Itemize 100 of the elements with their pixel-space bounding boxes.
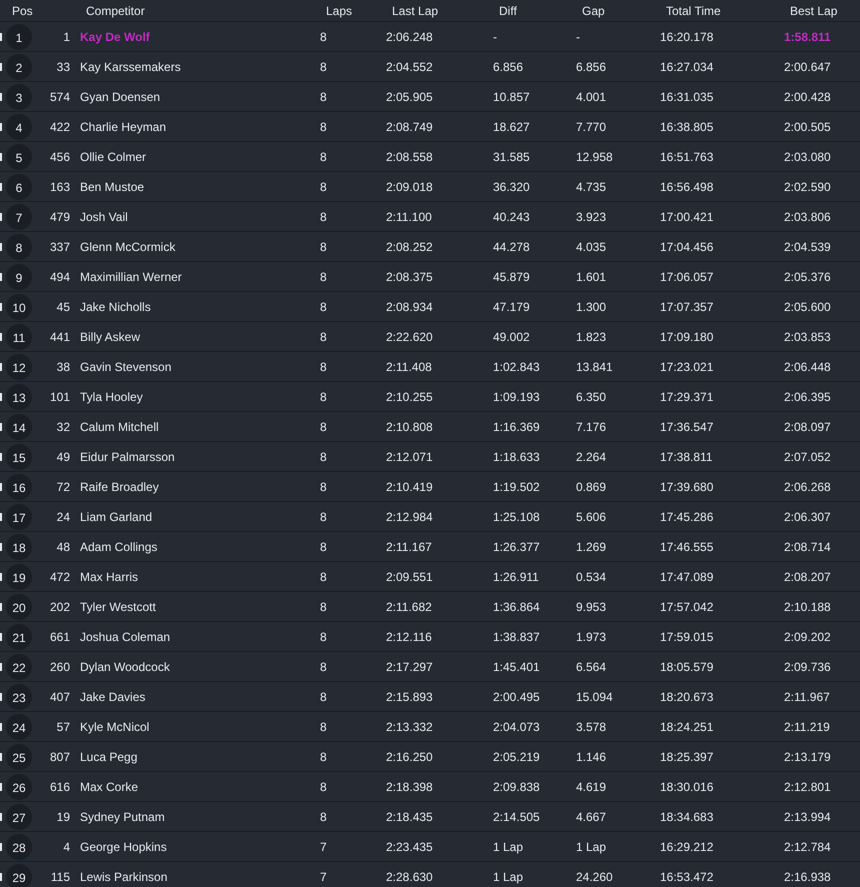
position-badge: 8	[6, 234, 32, 260]
competitor-name: Dylan Woodcock	[80, 660, 171, 674]
position-badge: 19	[6, 564, 32, 590]
best-lap-cell-text: 1:58.811	[784, 30, 832, 44]
position-badge: 1	[6, 24, 32, 50]
gap-cell-text: 7.176	[576, 420, 608, 434]
diff-cell-text: 6.856	[493, 60, 524, 74]
column-header: Pos	[12, 4, 34, 18]
race-number: 115	[50, 870, 71, 884]
position-badge: 13	[6, 384, 32, 410]
laps-cell-text: 8	[320, 420, 328, 434]
laps-cell-text: 8	[320, 120, 328, 134]
race-number: 49	[56, 450, 71, 464]
gap-cell-text: 6.564	[576, 660, 608, 674]
row-marker	[0, 92, 2, 100]
total-time-cell-text: 16:38.805	[660, 120, 714, 134]
last-lap-cell-text: 2:17.297	[386, 660, 434, 674]
gap-cell-text: 9.953	[576, 600, 608, 614]
race-number: 48	[56, 540, 71, 554]
column-header: Best Lap	[790, 4, 838, 18]
row-marker	[0, 212, 2, 220]
total-time-cell-text: 17:09.180	[660, 330, 714, 344]
gap-cell-text: 0.534	[576, 570, 608, 584]
position-badge: 12	[6, 354, 32, 380]
competitor-name: Luca Pegg	[80, 750, 138, 764]
competitor-name: Liam Garland	[80, 510, 154, 524]
column-header: Laps	[326, 4, 354, 18]
best-lap-cell-text: 2:06.307	[784, 510, 832, 524]
position-badge: 17	[6, 504, 32, 530]
gap-cell-text: -	[576, 30, 581, 44]
gap-cell-text: 3.923	[576, 210, 608, 224]
diff-cell-text: 1:38.837	[493, 630, 541, 644]
competitor-name: Jake Nicholls	[80, 300, 152, 314]
best-lap-cell-text: 2:09.736	[784, 660, 832, 674]
row-marker	[0, 32, 2, 40]
last-lap-cell-text: 2:08.934	[386, 300, 434, 314]
diff-cell-text: -	[493, 30, 498, 44]
last-lap-cell-text: 2:09.551	[386, 570, 434, 584]
best-lap-cell-text: 2:06.448	[784, 360, 832, 374]
competitor-name: Ben Mustoe	[80, 180, 146, 194]
last-lap-cell-text: 2:09.018	[386, 180, 434, 194]
gap-cell-text: 7.770	[576, 120, 608, 134]
total-time-cell-text: 18:30.016	[660, 780, 714, 794]
gap-cell-text: 24.260	[576, 870, 614, 884]
diff-cell-text: 31.585	[493, 150, 531, 164]
gap-cell-text: 1 Lap	[576, 840, 608, 854]
gap-cell-text: 5.606	[576, 510, 608, 524]
gap-cell-text: 2.264	[576, 450, 608, 464]
total-time-cell-text: 17:36.547	[660, 420, 714, 434]
last-lap-cell-text: 2:04.552	[386, 60, 434, 74]
row-marker	[0, 122, 2, 130]
diff-cell-text: 18.627	[493, 120, 531, 134]
competitor-name: Glenn McCormick	[80, 240, 176, 254]
gap-cell-text: 6.350	[576, 390, 608, 404]
position-badge: 11	[6, 324, 32, 350]
race-number: 202	[48, 600, 71, 614]
total-time-cell-text: 17:00.421	[660, 210, 714, 224]
race-number: 616	[48, 780, 71, 794]
laps-cell-text: 7	[320, 870, 328, 884]
last-lap-cell-text: 2:12.984	[386, 510, 434, 524]
last-lap-cell-text: 2:23.435	[386, 840, 434, 854]
best-lap-cell-text: 2:03.080	[784, 150, 832, 164]
best-lap-cell-text: 2:06.268	[784, 480, 832, 494]
row-marker	[0, 692, 2, 700]
competitor-name: Maximillian Werner	[80, 270, 183, 284]
best-lap-cell-text: 2:12.784	[784, 840, 832, 854]
last-lap-cell-text: 2:05.905	[386, 90, 434, 104]
total-time-cell-text: 16:51.763	[660, 150, 714, 164]
diff-cell-text: 44.278	[493, 240, 531, 254]
diff-cell-text: 1:09.193	[493, 390, 541, 404]
best-lap-cell-text: 2:04.539	[784, 240, 832, 254]
competitor-name: Ollie Colmer	[80, 150, 148, 164]
diff-cell-text: 10.857	[493, 90, 531, 104]
row-marker	[0, 812, 2, 820]
column-header: Last Lap	[392, 4, 440, 18]
race-number: 33	[56, 60, 71, 74]
diff-cell-text: 1:02.843	[493, 360, 541, 374]
race-number: 337	[48, 240, 71, 254]
last-lap-cell-text: 2:11.682	[386, 600, 433, 614]
row-marker	[0, 482, 2, 490]
best-lap-cell-text: 2:00.505	[784, 120, 832, 134]
row-marker	[0, 272, 2, 280]
row-marker	[0, 842, 2, 850]
gap-cell-text: 1.973	[576, 630, 608, 644]
best-lap-cell-text: 2:12.801	[784, 780, 832, 794]
competitor-name: Charlie Heyman	[80, 120, 168, 134]
race-number: 1	[62, 30, 71, 44]
laps-cell-text: 8	[320, 780, 328, 794]
laps-cell-text: 8	[320, 30, 328, 44]
gap-cell-text: 4.667	[576, 810, 608, 824]
diff-cell-text: 36.320	[493, 180, 531, 194]
laps-cell-text: 8	[320, 750, 328, 764]
race-number: 32	[56, 420, 71, 434]
total-time-cell-text: 17:46.555	[660, 540, 714, 554]
diff-cell-text: 1:36.864	[493, 600, 541, 614]
total-time-cell-text: 18:34.683	[660, 810, 714, 824]
row-marker	[0, 452, 2, 460]
gap-cell-text: 1.269	[576, 540, 608, 554]
total-time-cell-text: 17:57.042	[660, 600, 714, 614]
diff-cell-text: 2:14.505	[493, 810, 541, 824]
